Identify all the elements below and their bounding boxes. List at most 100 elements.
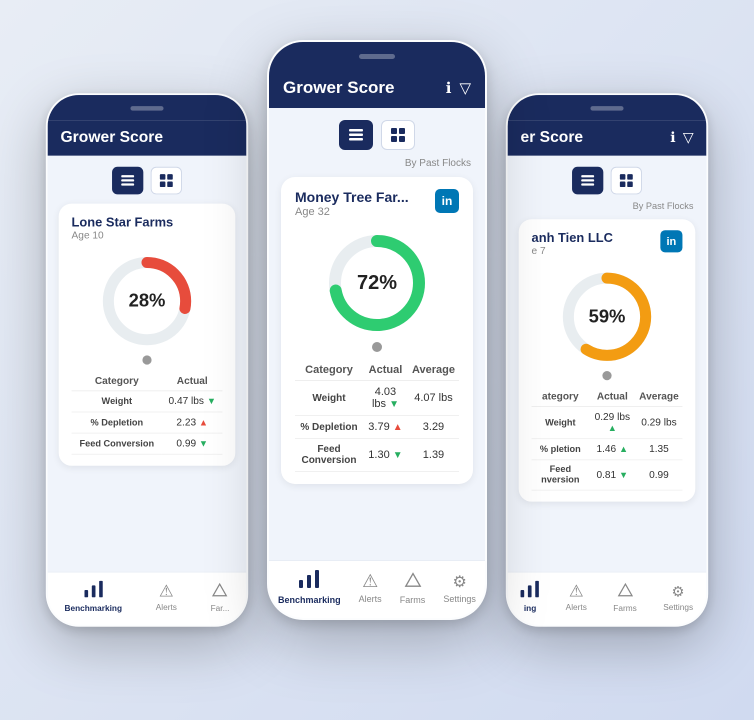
col-avg-right: Average [635, 388, 682, 407]
col-category-center: Category [295, 360, 363, 381]
col-average-center: Average [408, 360, 459, 381]
table-row: % Depletion 2.23 ▲ [72, 412, 223, 433]
header-left: Grower Score [48, 121, 247, 156]
col-actual-center: Actual [363, 360, 408, 381]
nav-label-alerts-right: Alerts [566, 603, 587, 612]
view-toggle-left [48, 156, 247, 200]
col-actual-left: Actual [162, 372, 222, 391]
bottom-nav-center: Benchmarking ⚠ Alerts Farms ⚙ Settings [269, 560, 485, 618]
header-center: Grower Score ℹ ▽ [269, 70, 485, 108]
header-title-center: Grower Score [283, 78, 395, 98]
filter-icon[interactable]: ▽ [459, 79, 471, 97]
farm-card-right: anh Tien LLC e 7 in 59% [519, 219, 696, 501]
alerts-icon: ⚠ [569, 582, 584, 601]
bottom-nav-left: Benchmarking ⚠ Alerts Far... [48, 572, 247, 625]
nav-alerts-right[interactable]: ⚠ Alerts [566, 582, 587, 612]
nav-settings-right[interactable]: ⚙ Settings [663, 582, 693, 611]
nav-benchmarking-left[interactable]: Benchmarking [64, 581, 122, 613]
arrow-icon: ▼ [389, 399, 399, 410]
farm-card-center: Money Tree Far... Age 32 in 72% [281, 177, 473, 484]
col-category-left: Category [72, 372, 162, 391]
farm-card-left: Lone Star Farms Age 10 28% [59, 204, 236, 466]
farm-age-right: e 7 [532, 246, 613, 257]
phone-center: Grower Score ℹ ▽ By Past Flocks Money Tr… [267, 40, 487, 620]
nav-label-settings-center: Settings [443, 594, 476, 604]
farm-header-center: Money Tree Far... Age 32 in [295, 189, 459, 218]
view-toggle-right [508, 156, 707, 200]
table-row: Feed nversion 0.81 ▼ 0.99 [532, 460, 683, 490]
farm-header-left: Lone Star Farms Age 10 [72, 215, 223, 242]
farms-icon [212, 581, 229, 602]
filter-icon-right[interactable]: ▽ [683, 129, 694, 146]
arrow-icon: ▲ [619, 445, 628, 455]
nav-farms-center[interactable]: Farms [400, 570, 426, 605]
benchmarking-icon [299, 570, 319, 593]
farm-name-center: Money Tree Far... [295, 189, 409, 205]
notch-center [269, 42, 485, 70]
info-icon[interactable]: ℹ [446, 79, 452, 97]
table-row: % pletion 1.46 ▲ 1.35 [532, 439, 683, 460]
content-right: By Past Flocks anh Tien LLC e 7 in 59% [508, 156, 707, 572]
notch-dots-right [590, 106, 623, 111]
table-row: Feed Conversion 0.99 ▼ [72, 433, 223, 454]
content-left: Lone Star Farms Age 10 28% [48, 156, 247, 572]
col-cat-right: ategory [532, 388, 590, 407]
header-title-left: Grower Score [61, 128, 164, 146]
score-label-center: 72% [357, 272, 397, 295]
table-right: ategory Actual Average Weight 0.29 lbs ▲… [532, 388, 683, 491]
list-toggle-center[interactable] [339, 120, 373, 150]
table-row: % Depletion 3.79 ▲ 3.29 [295, 416, 459, 439]
table-row: Weight 4.03 lbs ▼ 4.07 lbs [295, 381, 459, 416]
notch-left [48, 95, 247, 121]
farms-icon [617, 581, 634, 602]
header-title-right: er Score [521, 128, 584, 146]
nav-alerts-left[interactable]: ⚠ Alerts [156, 582, 177, 612]
nav-alerts-center[interactable]: ⚠ Alerts [359, 571, 382, 604]
farms-icon [404, 570, 422, 593]
phone-left: Grower Score Lone Star Farms Age 10 [46, 93, 248, 627]
phone-right: er Score ℹ ▽ By Past Flocks anh Tien LLC [506, 93, 708, 627]
alerts-icon: ⚠ [159, 582, 174, 601]
nav-benchmarking-center[interactable]: Benchmarking [278, 570, 341, 605]
farm-header-right: anh Tien LLC e 7 in [532, 230, 683, 257]
nav-benchmarking-right[interactable]: ing [521, 581, 539, 613]
nav-label-farms-center: Farms [400, 595, 426, 605]
notch-right [508, 95, 707, 121]
nav-label-benchmarking-left: Benchmarking [64, 604, 122, 613]
bottom-nav-right: ing ⚠ Alerts Farms ⚙ Settings [508, 572, 707, 625]
arrow-icon: ▼ [619, 470, 628, 480]
arrow-icon: ▲ [608, 423, 617, 433]
list-toggle-left[interactable] [112, 167, 143, 195]
donut-dot-center [372, 342, 382, 352]
nav-settings-center[interactable]: ⚙ Settings [443, 572, 476, 604]
by-past-flocks-right: By Past Flocks [508, 200, 707, 216]
arrow-icon: ▲ [199, 418, 208, 428]
nav-farms-right[interactable]: Farms [613, 581, 636, 613]
table-left: Category Actual Weight 0.47 lbs ▼ % Depl… [72, 372, 223, 455]
nav-label-settings-right: Settings [663, 602, 693, 611]
farm-name-right: anh Tien LLC [532, 230, 613, 245]
farm-name-left: Lone Star Farms [72, 215, 174, 230]
arrow-icon: ▼ [199, 439, 208, 449]
benchmarking-icon [84, 581, 102, 602]
donut-right: 59% [532, 257, 683, 371]
nav-label-farms-right: Farms [613, 604, 636, 613]
linkedin-btn-right[interactable]: in [660, 230, 682, 252]
grid-toggle-left[interactable] [151, 167, 182, 195]
list-toggle-right[interactable] [572, 167, 603, 195]
farm-age-left: Age 10 [72, 230, 174, 241]
nav-farms-left[interactable]: Far... [211, 581, 230, 613]
nav-label-farms-left: Far... [211, 604, 230, 613]
nav-label-benchmarking-center: Benchmarking [278, 595, 341, 605]
info-icon-right[interactable]: ℹ [670, 129, 675, 146]
farm-age-center: Age 32 [295, 206, 409, 218]
grid-toggle-right[interactable] [611, 167, 642, 195]
settings-icon: ⚙ [452, 572, 466, 592]
table-row: Feed Conversion 1.30 ▼ 1.39 [295, 439, 459, 472]
linkedin-btn-center[interactable]: in [435, 189, 459, 213]
benchmarking-icon [521, 581, 539, 602]
phones-container: Grower Score Lone Star Farms Age 10 [17, 20, 737, 700]
arrow-icon: ▼ [393, 450, 403, 461]
nav-label-benchmarking-right: ing [524, 604, 536, 613]
grid-toggle-center[interactable] [381, 120, 415, 150]
